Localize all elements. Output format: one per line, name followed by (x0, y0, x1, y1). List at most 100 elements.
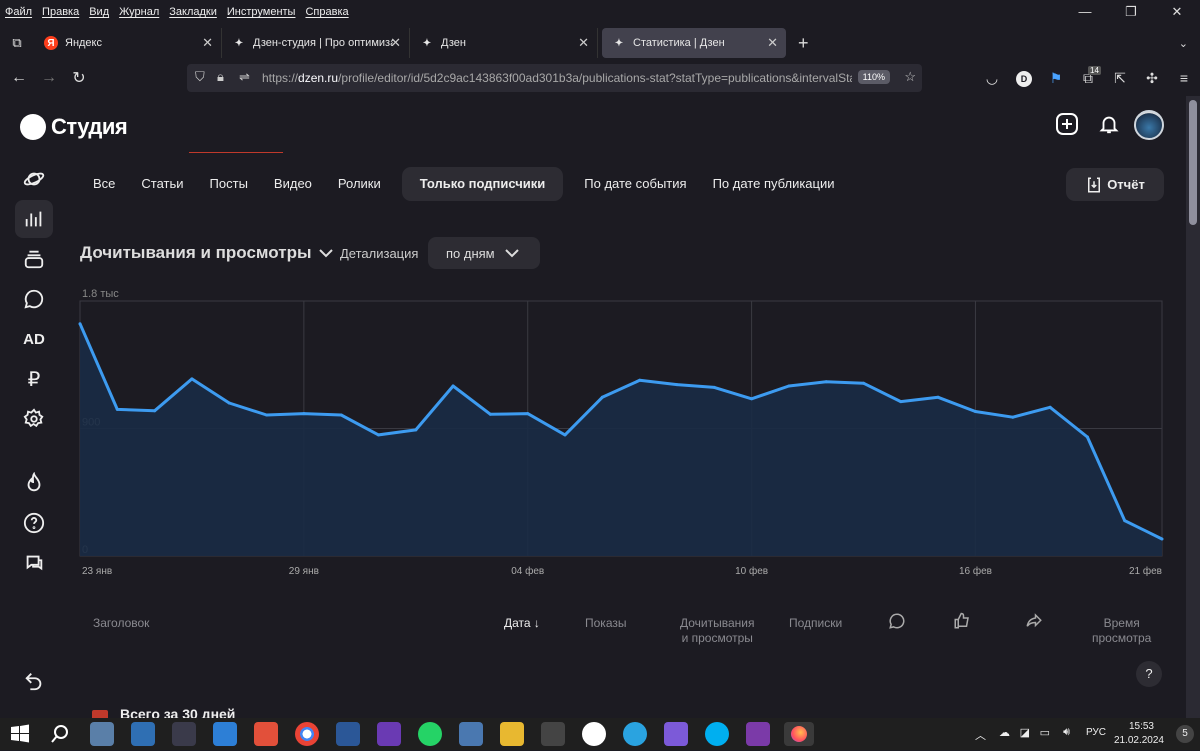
help-button[interactable]: ? (1136, 661, 1162, 687)
close-tab-icon[interactable]: ✕ (767, 35, 778, 51)
sidebar-item-chat[interactable] (15, 544, 53, 582)
avatar[interactable] (1134, 110, 1164, 140)
sidebar-item-channel[interactable] (15, 160, 53, 198)
yandex-browser-icon[interactable] (582, 722, 606, 746)
forward-icon[interactable]: → (34, 69, 64, 87)
detail-dropdown[interactable]: по дням (428, 237, 540, 269)
search-icon[interactable] (48, 722, 72, 746)
files-icon[interactable] (500, 722, 524, 746)
column-date[interactable]: Дата ↓ (504, 616, 540, 631)
onedrive-icon[interactable]: ☁ (999, 726, 1010, 739)
comments-column-icon[interactable] (888, 612, 906, 635)
menu-file[interactable]: Файл (0, 6, 37, 18)
whatsapp-icon[interactable] (418, 722, 442, 746)
shares-column-icon[interactable] (1025, 612, 1043, 635)
scrollbar-thumb[interactable] (1189, 100, 1197, 225)
tab-by-publication-date[interactable]: По дате публикации (700, 167, 848, 201)
tab-subscribers-only[interactable]: Только подписчики (401, 167, 564, 201)
menu-tools[interactable]: Инструменты (222, 6, 301, 18)
extensions-badge[interactable]: ⧉ 14 (1072, 65, 1104, 87)
pen-icon[interactable] (172, 722, 196, 746)
column-watch-time[interactable]: Время просмотра (1092, 616, 1151, 646)
sidebar-item-publications[interactable] (15, 240, 53, 278)
telegram-icon[interactable] (623, 722, 647, 746)
skype-icon[interactable] (705, 722, 729, 746)
hamburger-menu-icon[interactable]: ≡ (1168, 70, 1200, 86)
todo-icon[interactable] (213, 722, 237, 746)
obsidian-icon[interactable] (664, 722, 688, 746)
calculator-icon[interactable] (90, 722, 114, 746)
explorer-icon[interactable] (131, 722, 155, 746)
menu-edit[interactable]: Правка (37, 6, 84, 18)
sidebar-item-comments[interactable] (15, 280, 53, 318)
sidebar-item-monetization[interactable]: ₽ (15, 360, 53, 398)
chevron-down-icon[interactable]: ⌄ (1179, 37, 1188, 50)
column-subscriptions[interactable]: Подписки (789, 616, 842, 631)
app-icon[interactable] (254, 722, 278, 746)
sidebar-item-settings[interactable] (15, 400, 53, 438)
back-icon[interactable]: ← (4, 69, 34, 87)
firefox-icon[interactable] (784, 722, 814, 746)
url-bar[interactable]: ⛉ 🔒︎ ⇌ https://dzen.ru/profile/editor/id… (187, 64, 922, 92)
column-reads-views[interactable]: Дочитывания и просмотры (680, 616, 755, 646)
tab-posts[interactable]: Посты (197, 167, 261, 201)
close-tab-icon[interactable]: ✕ (202, 35, 213, 51)
onenote-icon[interactable] (746, 722, 770, 746)
metric-selector[interactable]: Дочитывания и просмотры (80, 243, 334, 263)
sidebar-item-promo[interactable] (15, 464, 53, 502)
sidebar-item-back[interactable] (15, 662, 53, 700)
menu-help[interactable]: Справка (300, 6, 353, 18)
column-title[interactable]: Заголовок (93, 616, 149, 631)
sidebar-item-ads[interactable]: AD (15, 320, 53, 358)
chrome-icon[interactable] (295, 722, 319, 746)
network-icon[interactable]: ▭ (1040, 726, 1050, 739)
bell-icon[interactable] (1096, 112, 1122, 138)
flag-icon[interactable]: ⚑ (1040, 70, 1072, 87)
language-indicator[interactable]: РУС (1086, 727, 1106, 738)
report-button[interactable]: Отчёт (1066, 168, 1164, 201)
studio-logo[interactable]: Студия (20, 114, 128, 140)
windows-start-icon[interactable] (8, 722, 32, 746)
column-impressions[interactable]: Показы (585, 616, 626, 631)
account-icon[interactable]: D (1008, 69, 1040, 87)
tab-dzen-studio[interactable]: ✦ Дзен-студия | Про оптимизац ✕ (222, 28, 410, 58)
tray-app-icon[interactable]: ◪ (1020, 726, 1030, 739)
tab-articles[interactable]: Статьи (128, 167, 196, 201)
word-icon[interactable] (336, 722, 360, 746)
close-tab-icon[interactable]: ✕ (390, 35, 401, 51)
permissions-icon[interactable]: ⇌ (239, 69, 250, 85)
likes-column-icon[interactable] (953, 612, 971, 635)
notifications-icon[interactable]: 5 (1176, 725, 1194, 743)
close-tab-icon[interactable]: ✕ (578, 35, 589, 51)
share-icon[interactable]: ⇱ (1104, 70, 1136, 87)
tab-by-event-date[interactable]: По дате события (571, 167, 699, 201)
zoom-level[interactable]: 110% (857, 70, 890, 84)
menu-view[interactable]: Вид (84, 6, 114, 18)
tab-shorts[interactable]: Ролики (325, 167, 394, 201)
pocket-icon[interactable]: ◡ (976, 70, 1008, 87)
document-icon[interactable] (541, 722, 565, 746)
bookmark-star-icon[interactable]: ☆ (904, 69, 916, 85)
create-plus-icon[interactable] (1054, 112, 1080, 138)
sidebar-item-help[interactable] (15, 504, 53, 542)
page-scrollbar[interactable] (1186, 96, 1200, 718)
reload-icon[interactable]: ↻ (64, 68, 94, 88)
tab-yandex[interactable]: Я Яндекс ✕ (34, 28, 222, 58)
shield-icon[interactable]: ⛉ (195, 69, 205, 85)
tray-chevron-up-icon[interactable]: ︿ (975, 727, 986, 743)
new-tab-icon[interactable]: + (798, 33, 809, 54)
tab-statistics[interactable]: ✦ Статистика | Дзен ✕ (602, 28, 786, 58)
clock-date[interactable]: 21.02.2024 (1114, 735, 1164, 746)
close-window-icon[interactable]: ✕ (1154, 0, 1200, 24)
save-app-icon[interactable] (377, 722, 401, 746)
restore-icon[interactable]: ❐ (1108, 0, 1154, 24)
minimize-icon[interactable]: — (1062, 0, 1108, 24)
tab-list-button[interactable]: ⧉ (0, 28, 34, 58)
volume-icon[interactable]: 🔊︎ (1063, 726, 1070, 739)
tab-all[interactable]: Все (80, 167, 128, 201)
tab-dzen[interactable]: ✦ Дзен ✕ (410, 28, 598, 58)
extensions-icon[interactable]: ✣ (1136, 70, 1168, 87)
menu-history[interactable]: Журнал (114, 6, 164, 18)
menu-bookmarks[interactable]: Закладки (164, 6, 222, 18)
translator-icon[interactable] (459, 722, 483, 746)
